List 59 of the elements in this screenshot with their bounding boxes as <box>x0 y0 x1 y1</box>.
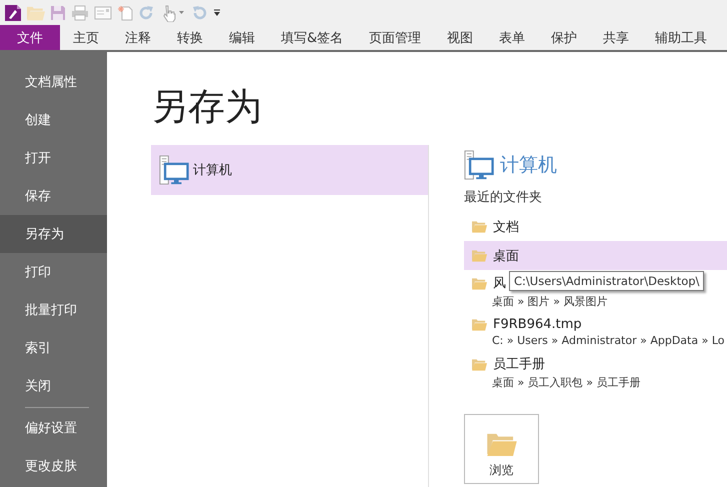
undo-icon[interactable] <box>190 4 208 20</box>
save-icon[interactable] <box>50 4 66 20</box>
menu-tab[interactable]: 注释 <box>112 25 164 50</box>
computer-icon <box>159 155 189 185</box>
sidebar-item[interactable]: 关闭 <box>0 367 107 405</box>
folder-icon <box>472 358 487 370</box>
sidebar-item[interactable]: 打印 <box>0 253 107 291</box>
customize-caret-icon[interactable] <box>213 8 221 18</box>
folder-icon <box>472 276 487 290</box>
menu-tab[interactable]: 转换 <box>164 25 216 50</box>
folder-item[interactable]: F9RB964.tmp C: » Users » Administrator » AppData » Lo <box>464 313 727 351</box>
menu-tab[interactable]: 页面管理 <box>356 25 434 50</box>
menu-tab[interactable]: 编辑 <box>216 25 268 50</box>
place-item[interactable]: 计算机 <box>151 145 428 195</box>
browse-button[interactable]: 浏览 <box>464 414 539 484</box>
redo-icon[interactable] <box>138 4 156 20</box>
folder-name: F9RB964.tmp <box>493 317 582 332</box>
menu-tab[interactable]: 共享 <box>590 25 642 50</box>
open-folder-icon[interactable] <box>27 4 45 20</box>
sidebar-item[interactable]: 创建 <box>0 101 107 139</box>
menu-tab[interactable]: 表单 <box>486 25 538 50</box>
folder-path: C: » Users » Administrator » AppData » Lo <box>492 334 726 347</box>
section-heading: 计算机 <box>500 153 557 178</box>
sidebar-item[interactable]: 打开 <box>0 139 107 177</box>
folder-icon <box>486 432 516 456</box>
folder-item[interactable]: 文档 <box>464 212 727 241</box>
menu-tab[interactable]: 辅助工具 <box>642 25 720 50</box>
menu-tab[interactable]: 保护 <box>538 25 590 50</box>
folder-icon <box>472 249 487 262</box>
printer-icon[interactable] <box>71 4 89 20</box>
new-document-icon[interactable] <box>117 4 133 20</box>
sidebar-item[interactable]: 另存为 <box>0 215 107 253</box>
path-tooltip: C:\Users\Administrator\Desktop\ <box>509 271 704 291</box>
menu-tab[interactable]: 填写&签名 <box>268 25 356 50</box>
sidebar-item[interactable]: 索引 <box>0 329 107 367</box>
folder-path: 桌面 » 图片 » 风景图片 <box>492 294 608 309</box>
hand-tool-icon[interactable] <box>161 4 185 22</box>
folder-path: 桌面 » 员工入职包 » 员工手册 <box>492 375 642 390</box>
envelope-icon[interactable] <box>94 4 112 20</box>
app-logo-icon[interactable] <box>4 4 22 22</box>
sidebar-item[interactable]: 偏好设置 <box>0 409 107 447</box>
sidebar-item[interactable]: 批量打印 <box>0 291 107 329</box>
folder-icon <box>472 220 487 233</box>
folder-name: 风 <box>493 275 506 292</box>
folder-name: 桌面 <box>493 248 519 264</box>
sidebar-item[interactable]: 文档属性 <box>0 63 107 101</box>
folder-name: 员工手册 <box>493 356 545 373</box>
folder-icon <box>472 318 487 331</box>
menu-tab[interactable]: 主页 <box>60 25 112 50</box>
menu-tab[interactable]: 视图 <box>434 25 486 50</box>
folder-name: 文档 <box>493 218 519 236</box>
sidebar-item[interactable]: 保存 <box>0 177 107 215</box>
recent-folders-label: 最近的文件夹 <box>464 189 543 206</box>
folder-item[interactable]: 员工手册 桌面 » 员工入职包 » 员工手册 <box>464 351 727 394</box>
folder-item[interactable]: 桌面 <box>464 241 727 270</box>
sidebar-item[interactable]: 更改皮肤 <box>0 447 107 485</box>
computer-icon <box>464 150 494 180</box>
page-title: 另存为 <box>151 84 263 130</box>
menu-tab[interactable]: 文件 <box>0 25 60 50</box>
